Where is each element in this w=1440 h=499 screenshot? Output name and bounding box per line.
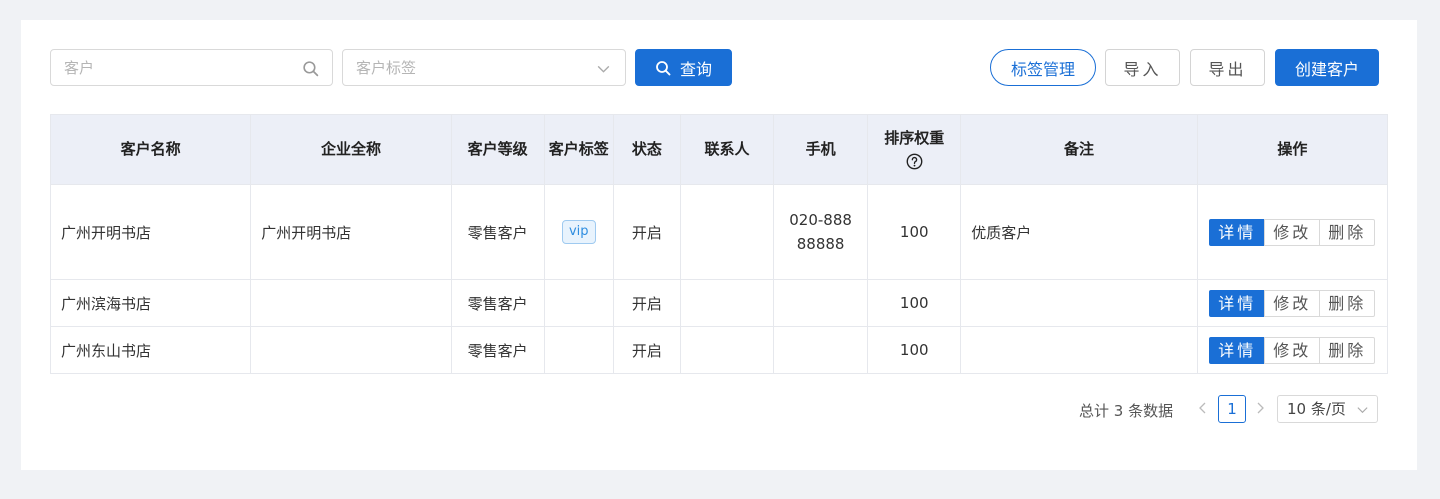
page-size-select[interactable]: 10 条/页	[1277, 395, 1378, 423]
header-phone: 手机	[773, 114, 869, 185]
cell-company-name	[250, 326, 452, 374]
edit-button[interactable]: 修改	[1264, 336, 1321, 364]
create-customer-button[interactable]: 创建客户	[1275, 49, 1379, 86]
header-company-name: 企业全称	[250, 114, 452, 185]
cell-customer-level: 零售客户	[450, 184, 545, 280]
header-customer-name: 客户名称	[49, 114, 252, 185]
cell-sort-weight: 100	[867, 184, 962, 280]
header-customer-tag: 客户标签	[543, 114, 614, 185]
table-header-row: 客户名称 企业全称 客户等级 客户标签 状态 联系人 手机 排序权重 备注 操作	[49, 114, 1389, 185]
search-icon	[656, 60, 671, 75]
cell-sort-weight: 100	[867, 279, 962, 327]
cell-contact	[679, 326, 775, 374]
customer-table: 客户名称 企业全称 客户等级 客户标签 状态 联系人 手机 排序权重 备注 操作	[49, 114, 1389, 374]
vip-tag-badge: vip	[561, 220, 596, 244]
cell-customer-name: 广州东山书店	[49, 326, 252, 374]
delete-button[interactable]: 删除	[1319, 336, 1376, 364]
header-sort-weight: 排序权重	[867, 114, 962, 185]
edit-button[interactable]: 修改	[1264, 218, 1321, 246]
chevron-right-icon[interactable]	[1253, 401, 1267, 415]
table-row: 广州滨海书店 零售客户 开启 100 详情 修改 删除	[49, 279, 1389, 327]
cell-phone: 020-88888888	[773, 184, 869, 280]
cell-company-name: 广州开明书店	[250, 184, 452, 280]
header-customer-level: 客户等级	[450, 114, 545, 185]
header-operations: 操作	[1196, 114, 1389, 185]
cell-sort-weight: 100	[867, 326, 962, 374]
cell-company-name	[250, 279, 452, 327]
import-button[interactable]: 导入	[1105, 49, 1180, 86]
cell-phone	[773, 326, 869, 374]
header-status: 状态	[612, 114, 681, 185]
table-row: 广州开明书店 广州开明书店 零售客户 vip 开启 020-88888888 1…	[49, 184, 1389, 280]
row-action-group: 详情 修改 删除	[1209, 218, 1376, 246]
chevron-left-icon[interactable]	[1196, 401, 1210, 415]
cell-phone	[773, 279, 869, 327]
cell-remark	[960, 279, 1198, 327]
cell-customer-tag	[543, 326, 614, 374]
phone-value: 020-88888888	[789, 211, 852, 253]
row-action-group: 详情 修改 删除	[1209, 336, 1376, 364]
cell-remark	[960, 326, 1198, 374]
cell-customer-tag	[543, 279, 614, 327]
delete-button[interactable]: 删除	[1319, 289, 1376, 317]
cell-operations: 详情 修改 删除	[1196, 184, 1389, 280]
row-action-group: 详情 修改 删除	[1209, 289, 1376, 317]
cell-contact	[679, 279, 775, 327]
cell-operations: 详情 修改 删除	[1196, 279, 1389, 327]
header-contact: 联系人	[679, 114, 775, 185]
cell-operations: 详情 修改 删除	[1196, 326, 1389, 374]
search-icon[interactable]	[302, 60, 319, 77]
cell-customer-name: 广州开明书店	[49, 184, 252, 280]
pagination-total: 总计 3 条数据	[1079, 402, 1174, 420]
customer-tag-input[interactable]	[343, 50, 625, 85]
chevron-down-icon[interactable]	[595, 60, 612, 77]
detail-button[interactable]: 详情	[1209, 289, 1266, 317]
cell-status: 开启	[612, 326, 681, 374]
cell-status: 开启	[612, 279, 681, 327]
cell-contact	[679, 184, 775, 280]
detail-button[interactable]: 详情	[1209, 218, 1266, 246]
cell-status: 开启	[612, 184, 681, 280]
query-button[interactable]: 查询	[635, 49, 732, 86]
cell-remark: 优质客户	[960, 184, 1198, 280]
customer-search-field[interactable]	[50, 49, 333, 86]
cell-customer-level: 零售客户	[450, 279, 545, 327]
table-row: 广州东山书店 零售客户 开启 100 详情 修改 删除	[49, 326, 1389, 374]
cell-customer-tag: vip	[543, 184, 614, 280]
help-circle-icon[interactable]	[906, 153, 923, 170]
customer-list-card: 查询 标签管理 导入 导出 创建客户 客户名称 企业全称 客户等级 客户标签 状…	[21, 20, 1417, 470]
customer-search-input[interactable]	[51, 50, 332, 85]
tag-manage-button[interactable]: 标签管理	[990, 49, 1096, 86]
header-sort-weight-label: 排序权重	[884, 128, 945, 147]
export-button[interactable]: 导出	[1190, 49, 1265, 86]
edit-button[interactable]: 修改	[1264, 289, 1321, 317]
page-size-value: 10 条/页	[1287, 400, 1346, 418]
cell-customer-name: 广州滨海书店	[49, 279, 252, 327]
customer-tag-select[interactable]	[342, 49, 626, 86]
header-remark: 备注	[960, 114, 1198, 185]
delete-button[interactable]: 删除	[1319, 218, 1376, 246]
chevron-down-icon	[1357, 407, 1368, 414]
cell-customer-level: 零售客户	[450, 326, 545, 374]
pagination-page-1[interactable]: 1	[1218, 395, 1246, 423]
detail-button[interactable]: 详情	[1209, 336, 1266, 364]
query-button-label: 查询	[679, 59, 712, 79]
